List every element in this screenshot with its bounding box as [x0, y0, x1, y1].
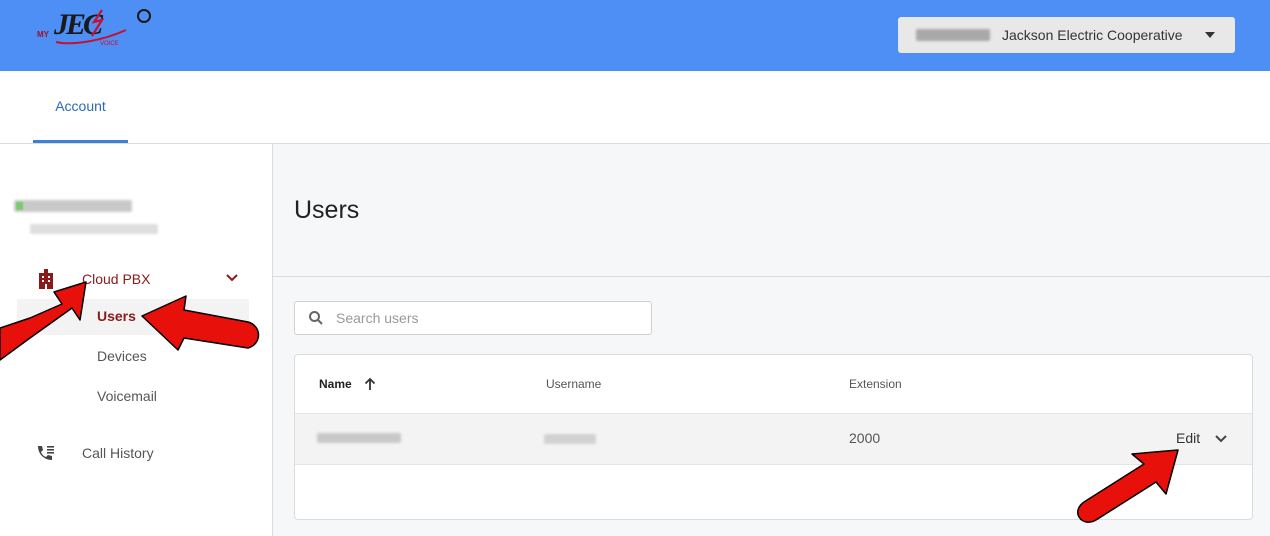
sidebar-item-label: Call History	[82, 445, 154, 461]
caret-down-icon	[1205, 32, 1215, 38]
account-name: Jackson Electric Cooperative	[1002, 27, 1183, 43]
user-name-redacted	[14, 200, 132, 212]
column-header-username[interactable]: Username	[546, 377, 601, 391]
user-name-redacted	[317, 433, 401, 443]
divider	[273, 276, 1270, 277]
tab-bar: Account	[0, 71, 1270, 144]
logo-prefix: MY	[37, 30, 50, 39]
phone-list-icon	[38, 446, 54, 460]
chevron-down-icon	[226, 274, 238, 282]
account-switcher[interactable]: Jackson Electric Cooperative	[898, 17, 1235, 53]
building-icon	[39, 269, 53, 289]
sidebar-item-users[interactable]: Users	[97, 308, 136, 324]
sidebar-item-devices[interactable]: Devices	[97, 348, 147, 364]
logo-suffix: VOICE	[100, 41, 119, 47]
column-header-name[interactable]: Name	[319, 377, 376, 391]
logo-text: JEC	[53, 8, 104, 41]
table-row[interactable]: 2000 Edit	[295, 413, 1252, 465]
user-detail-redacted	[30, 224, 158, 234]
sidebar: Cloud PBX Users Devices Voicemail Call H…	[0, 144, 273, 536]
search-icon	[309, 311, 323, 325]
jec-voice-logo[interactable]: MY JEC VOICE	[34, 2, 158, 48]
tab-account[interactable]: Account	[33, 71, 128, 143]
sidebar-item-voicemail[interactable]: Voicemail	[97, 388, 157, 404]
app-header: MY JEC VOICE Jackson Electric Cooperativ…	[0, 0, 1270, 71]
chevron-down-icon[interactable]	[1215, 434, 1227, 444]
account-id-redacted	[916, 29, 990, 41]
main-content: Users Name Username Extension 2000 Edit	[273, 144, 1270, 536]
search-input[interactable]	[334, 309, 638, 327]
sidebar-item-call-history[interactable]: Call History	[36, 443, 154, 463]
sidebar-item-label: Cloud PBX	[82, 271, 151, 287]
status-indicator	[16, 202, 23, 210]
edit-button[interactable]: Edit	[1176, 430, 1200, 446]
page-title: Users	[294, 196, 360, 224]
username-redacted	[544, 434, 596, 444]
search-box[interactable]	[294, 301, 652, 335]
column-header-label: Name	[319, 377, 352, 391]
users-table: Name Username Extension 2000 Edit	[294, 354, 1253, 520]
extension-cell: 2000	[849, 430, 881, 446]
sort-ascending-icon[interactable]	[364, 377, 376, 391]
sidebar-item-cloud-pbx[interactable]: Cloud PBX	[36, 266, 246, 292]
column-header-extension[interactable]: Extension	[849, 377, 902, 391]
